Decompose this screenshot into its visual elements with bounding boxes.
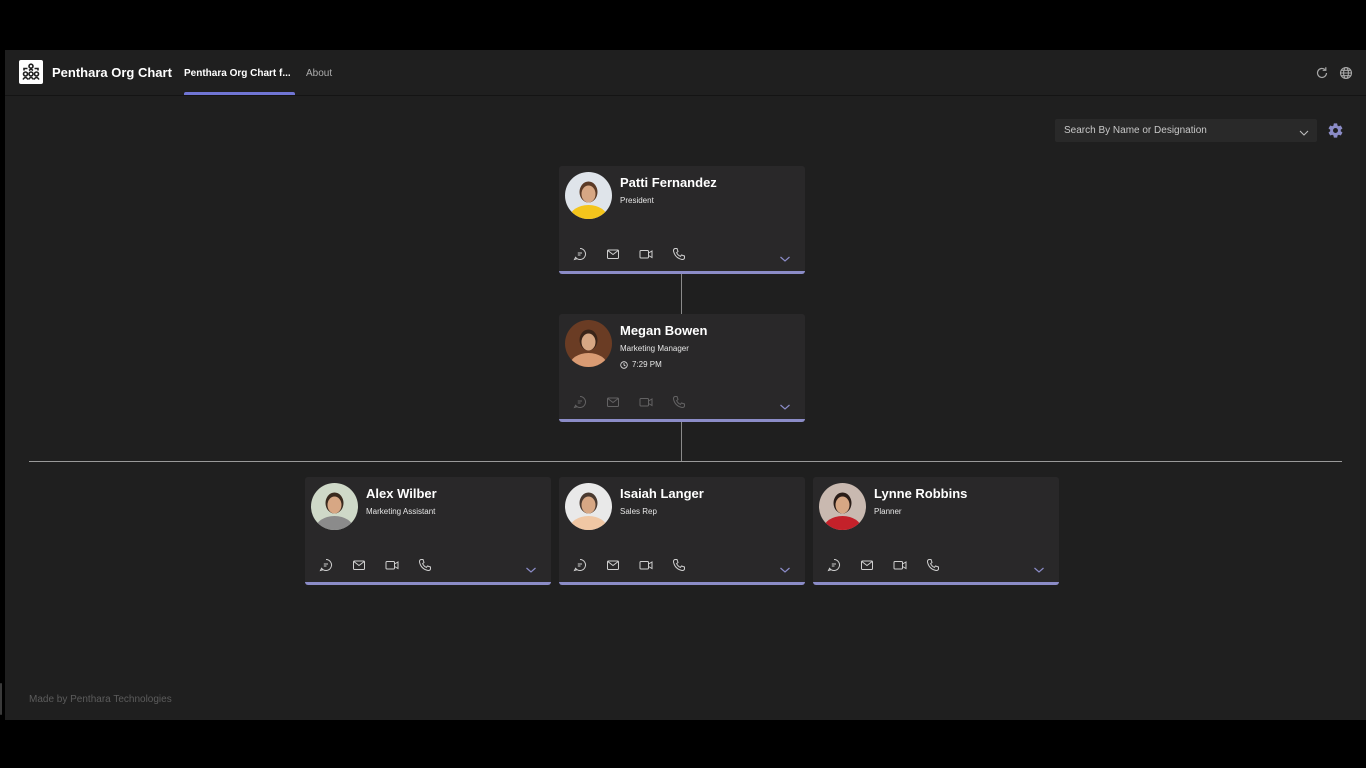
call-icon[interactable] [672, 558, 686, 572]
connector-line [681, 274, 682, 314]
clock-icon [620, 360, 628, 369]
avatar-photo [565, 483, 612, 530]
video-icon[interactable] [639, 395, 653, 409]
avatar[interactable] [565, 483, 612, 530]
top-bar: Penthara Org Chart Penthara Org Chart f.… [5, 50, 1366, 96]
card-actions [573, 395, 686, 409]
chevron-down-icon[interactable] [1299, 125, 1309, 136]
person-role: President [620, 196, 654, 205]
org-chart-logo-icon [19, 60, 43, 84]
avatar-photo [311, 483, 358, 530]
call-icon[interactable] [926, 558, 940, 572]
avatar-photo [565, 172, 612, 219]
app-title: Penthara Org Chart [52, 65, 172, 80]
person-card-patti-fernandez[interactable]: Patti Fernandez President [559, 166, 805, 274]
card-actions [573, 247, 686, 261]
chat-icon[interactable] [573, 558, 587, 572]
person-name: Alex Wilber [366, 486, 437, 501]
avatar-photo [565, 320, 612, 367]
search-dropdown[interactable]: Search By Name or Designation [1055, 119, 1317, 142]
mail-icon[interactable] [606, 247, 620, 261]
call-icon[interactable] [672, 247, 686, 261]
avatar[interactable] [565, 172, 612, 219]
card-actions [573, 558, 686, 572]
tab-org-chart[interactable]: Penthara Org Chart f... [184, 68, 291, 79]
avatar[interactable] [819, 483, 866, 530]
mail-icon[interactable] [352, 558, 366, 572]
level-divider-line [29, 461, 1342, 462]
app-window: Penthara Org Chart Penthara Org Chart f.… [5, 50, 1366, 720]
chat-icon[interactable] [319, 558, 333, 572]
mail-icon[interactable] [606, 558, 620, 572]
card-actions [827, 558, 940, 572]
person-card-megan-bowen[interactable]: Megan Bowen Marketing Manager 7:29 PM [559, 314, 805, 422]
chat-icon[interactable] [827, 558, 841, 572]
call-icon[interactable] [418, 558, 432, 572]
person-role: Marketing Assistant [366, 507, 436, 516]
person-card-isaiah-langer[interactable]: Isaiah Langer Sales Rep [559, 477, 805, 585]
person-name: Lynne Robbins [874, 486, 968, 501]
chevron-down-icon[interactable] [525, 562, 537, 573]
mail-icon[interactable] [606, 395, 620, 409]
time-value: 7:29 PM [632, 360, 662, 369]
local-time: 7:29 PM [620, 360, 662, 369]
avatar[interactable] [311, 483, 358, 530]
video-icon[interactable] [893, 558, 907, 572]
chat-icon[interactable] [573, 395, 587, 409]
active-tab-indicator [184, 92, 295, 95]
connector-line [681, 422, 682, 462]
chevron-down-icon[interactable] [779, 251, 791, 262]
avatar-photo [819, 483, 866, 530]
call-icon[interactable] [672, 395, 686, 409]
chevron-down-icon[interactable] [779, 399, 791, 410]
globe-icon[interactable] [1339, 66, 1353, 80]
footer-credit: Made by Penthara Technologies [29, 694, 172, 705]
chevron-down-icon[interactable] [779, 562, 791, 573]
person-role: Planner [874, 507, 902, 516]
person-card-alex-wilber[interactable]: Alex Wilber Marketing Assistant [305, 477, 551, 585]
mail-icon[interactable] [860, 558, 874, 572]
person-card-lynne-robbins[interactable]: Lynne Robbins Planner [813, 477, 1059, 585]
gear-icon[interactable] [1327, 122, 1344, 139]
window-edge [0, 683, 2, 715]
avatar[interactable] [565, 320, 612, 367]
video-icon[interactable] [639, 558, 653, 572]
card-actions [319, 558, 432, 572]
person-name: Megan Bowen [620, 323, 708, 338]
person-role: Sales Rep [620, 507, 657, 516]
refresh-icon[interactable] [1315, 66, 1329, 80]
person-name: Isaiah Langer [620, 486, 704, 501]
tab-about[interactable]: About [306, 68, 332, 79]
video-icon[interactable] [639, 247, 653, 261]
chevron-down-icon[interactable] [1033, 562, 1045, 573]
video-icon[interactable] [385, 558, 399, 572]
person-name: Patti Fernandez [620, 175, 717, 190]
search-placeholder: Search By Name or Designation [1064, 125, 1207, 136]
chat-icon[interactable] [573, 247, 587, 261]
person-role: Marketing Manager [620, 344, 689, 353]
